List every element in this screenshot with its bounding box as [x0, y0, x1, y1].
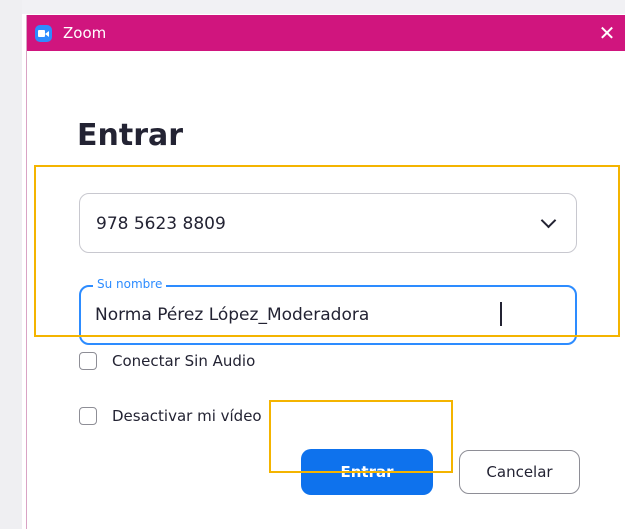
no-audio-label: Conectar Sin Audio — [112, 352, 256, 370]
name-field[interactable]: Su nombre — [79, 277, 577, 345]
chevron-down-icon[interactable] — [540, 212, 557, 229]
text-caret — [500, 302, 502, 326]
close-icon: ✕ — [598, 21, 616, 45]
meeting-id-dropdown[interactable]: 978 5623 8809 — [79, 193, 577, 253]
title-bar: Zoom ✕ — [27, 15, 625, 51]
name-field-label: Su nombre — [93, 277, 167, 291]
option-video-off[interactable]: Desactivar mi vídeo — [79, 404, 262, 428]
dialog-heading: Entrar — [77, 118, 184, 153]
window-title: Zoom — [63, 24, 107, 42]
video-off-label: Desactivar mi vídeo — [112, 407, 262, 425]
video-off-checkbox[interactable] — [79, 407, 97, 425]
join-button[interactable]: Entrar — [301, 449, 433, 495]
desktop-background-top — [0, 0, 625, 14]
desktop-background-left — [0, 0, 22, 529]
zoom-video-icon — [35, 25, 52, 42]
no-audio-checkbox[interactable] — [79, 352, 97, 370]
zoom-join-dialog: Zoom ✕ Entrar 978 5623 8809 Su nombre Co… — [26, 15, 625, 529]
cancel-button[interactable]: Cancelar — [459, 450, 580, 494]
option-no-audio[interactable]: Conectar Sin Audio — [79, 349, 255, 373]
close-button[interactable]: ✕ — [592, 18, 622, 48]
name-input[interactable] — [95, 301, 555, 329]
screen: Zoom ✕ Entrar 978 5623 8809 Su nombre Co… — [0, 0, 625, 529]
meeting-id-value: 978 5623 8809 — [96, 214, 226, 234]
